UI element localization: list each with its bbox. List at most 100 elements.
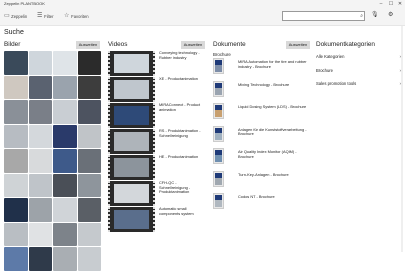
zeppelin-button[interactable]: ▭ Zeppelin [4,12,27,21]
document-thumbnail[interactable] [213,125,224,142]
search-input[interactable] [283,12,359,19]
image-tile[interactable] [28,75,52,99]
video-thumbnail[interactable] [108,77,155,102]
favorites-button[interactable]: ☆ Favoriten [64,12,89,21]
image-tile[interactable] [53,198,77,222]
video-item[interactable]: XE - Productanimation [108,76,204,103]
document-title: MIRA Automation for the tire and rubber … [238,59,307,69]
document-list: MIRA Automation for the tire and rubber … [213,58,309,216]
page-title: Suche [4,29,24,36]
video-title: CFH-QC - Schnellreinigung - Produktanima… [159,180,191,195]
video-thumbnail[interactable] [108,207,155,232]
image-tile[interactable] [28,100,52,124]
videos-expand-button[interactable]: Ausweiten [181,41,205,49]
image-tile[interactable] [77,198,101,222]
document-title: Codos NT - Brochure [238,194,275,199]
categories-heading: Dokumentkategorien [316,41,375,48]
document-item[interactable]: MIRA Automation for the tire and rubber … [213,58,309,81]
zeppelin-label: Zeppelin [11,14,28,19]
document-thumbnail[interactable] [213,103,224,119]
document-thumbnail[interactable] [213,193,224,209]
image-tile[interactable] [53,247,77,271]
image-tile[interactable] [53,222,77,246]
image-tile[interactable] [77,247,101,271]
image-tile[interactable] [77,51,101,75]
video-item[interactable]: Conveying technology - Rubber industry [108,50,204,77]
image-tile[interactable] [4,173,28,197]
minimize-button[interactable]: – [377,0,385,8]
image-tile[interactable] [28,222,52,246]
video-title: Conveying technology - Rubber industry [159,50,200,60]
category-item[interactable]: Alle Kategorien› [316,54,401,68]
image-tile[interactable] [4,75,28,99]
image-tile[interactable] [77,75,101,99]
image-tile[interactable] [4,149,28,173]
video-item[interactable]: HE - Productanimation [108,154,204,181]
video-thumbnail[interactable] [108,129,155,154]
document-item[interactable]: Turn-Key-Anlagen - Brochure [213,170,309,194]
image-tile[interactable] [4,198,28,222]
category-item[interactable]: Sales promotion tools› [316,81,401,95]
image-tile[interactable] [4,51,28,75]
document-item[interactable]: Air Quality Index Monitor (AQIM) - Broch… [213,148,309,171]
close-button[interactable]: ✕ [396,0,404,8]
video-item[interactable]: CFH-QC - Schnellreinigung - Produktanima… [108,180,204,207]
search-box[interactable]: ⌕ [282,11,365,21]
document-item[interactable]: Mixing Technology - Brochure [213,80,309,104]
image-tile[interactable] [53,51,77,75]
category-item[interactable]: Brochure› [316,68,401,82]
videos-heading: Videos [108,41,128,48]
image-tile[interactable] [28,198,52,222]
image-tile[interactable] [53,149,77,173]
image-tile[interactable] [53,100,77,124]
document-title: Turn-Key-Anlagen - Brochure [238,171,289,177]
image-tile[interactable] [4,100,28,124]
star-icon: ☆ [64,13,70,20]
image-tile[interactable] [28,173,52,197]
document-item[interactable]: Liquid Dosing System (LDS) - Brochure [213,103,309,126]
images-expand-button[interactable]: Ausweiten [76,41,100,49]
video-thumbnail[interactable] [108,103,155,128]
documents-subheading: Brochure [213,52,231,57]
document-thumbnail[interactable] [213,170,224,187]
document-thumbnail[interactable] [213,58,224,74]
video-thumbnail[interactable] [108,155,155,180]
filter-label: Filter [44,14,54,19]
document-item[interactable]: Codos NT - Brochure [213,193,309,216]
image-tile[interactable] [28,124,52,148]
document-title: Anlagen für die Kunststoffverarbeitung -… [238,126,307,137]
maximize-button[interactable]: ☐ [387,0,395,8]
video-item[interactable]: RS - Produktanimation - Schnellreinigung [108,128,204,155]
video-thumbnail[interactable] [108,51,155,76]
image-tile[interactable] [53,124,77,148]
vertical-scrollbar[interactable] [401,26,403,252]
image-tile[interactable] [53,75,77,99]
title-bar: Zeppelin PLANTBOOK – ☐ ✕ [0,0,405,8]
filter-button[interactable]: ☰ Filter [37,12,53,21]
image-tile[interactable] [28,247,52,271]
image-tile[interactable] [28,51,52,75]
image-tile[interactable] [4,247,28,271]
image-tile[interactable] [77,100,101,124]
document-title: Liquid Dosing System (LDS) - Brochure [238,104,307,109]
image-tile[interactable] [4,222,28,246]
image-tile[interactable] [77,222,101,246]
image-tile[interactable] [77,173,101,197]
video-item[interactable]: MIRAConnect - Product animation [108,102,204,129]
microphone-icon[interactable]: 🎙︎ [371,11,379,18]
video-title: Automatic small components system [159,206,194,216]
search-icon[interactable]: ⌕ [360,12,363,20]
document-thumbnail[interactable] [213,148,224,164]
image-tile[interactable] [4,124,28,148]
video-thumbnail[interactable] [108,181,155,206]
document-thumbnail[interactable] [213,80,224,97]
video-item[interactable]: Automatic small components system [108,206,204,233]
image-tile[interactable] [77,149,101,173]
image-tile[interactable] [28,149,52,173]
image-tile[interactable] [77,124,101,148]
image-tile[interactable] [53,173,77,197]
document-item[interactable]: Anlagen für die Kunststoffverarbeitung -… [213,125,309,149]
settings-icon[interactable]: ⚙ [388,11,393,18]
window-title: Zeppelin PLANTBOOK [4,1,45,6]
documents-expand-button[interactable]: Ausweiten [286,41,310,49]
